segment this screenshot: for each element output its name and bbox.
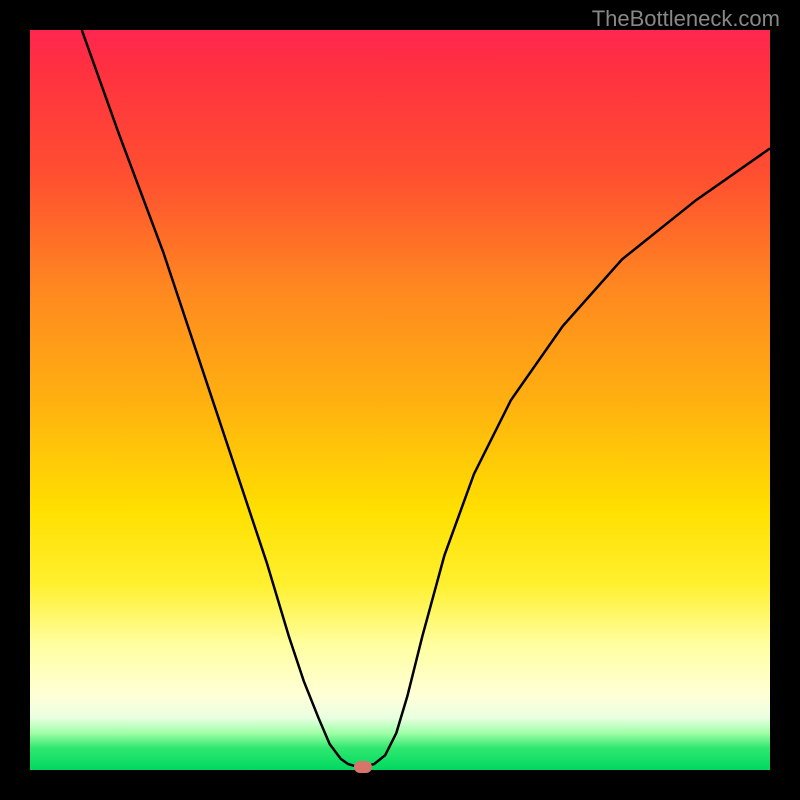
watermark-text: TheBottleneck.com — [592, 6, 780, 32]
optimal-point-marker — [354, 761, 372, 773]
bottleneck-curve — [30, 30, 770, 770]
